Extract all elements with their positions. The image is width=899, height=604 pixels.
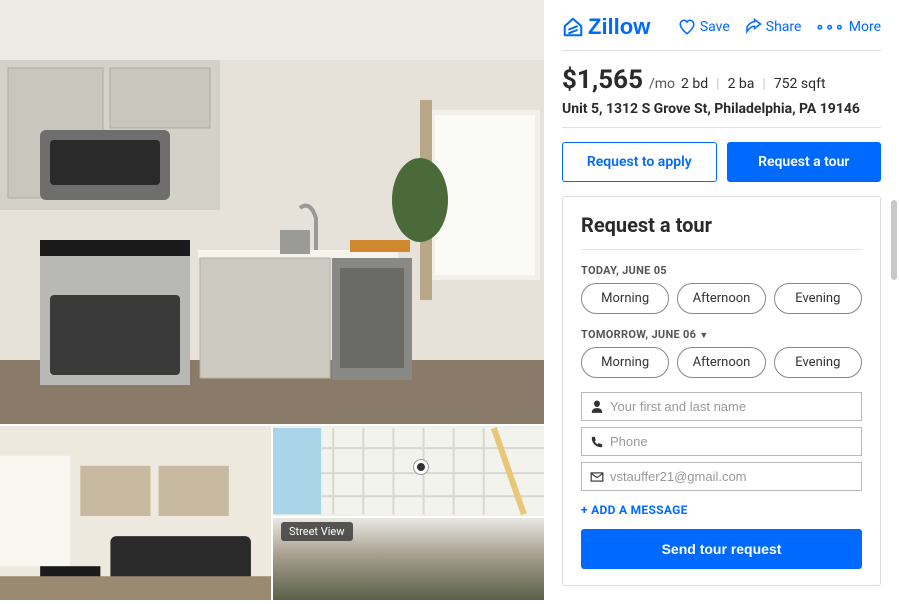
details-panel: Zillow Save Share ∘∘∘ More $1,565: [544, 0, 899, 600]
send-tour-request-button[interactable]: Send tour request: [581, 529, 862, 569]
name-input[interactable]: [610, 399, 853, 414]
photo-street-view[interactable]: Street View: [273, 518, 544, 600]
phone-field-wrap: [581, 427, 862, 456]
baths: 2 ba: [728, 76, 755, 92]
logo-text: Zillow: [588, 14, 650, 40]
listing-summary: $1,565 /mo 2 bd | 2 ba | 752 sqft Unit 5…: [562, 51, 881, 128]
scrollbar[interactable]: [891, 200, 897, 280]
slot-tomorrow-evening[interactable]: Evening: [774, 347, 862, 378]
share-button[interactable]: Share: [744, 18, 802, 36]
beds: 2 bd: [681, 76, 708, 92]
email-field-wrap: [581, 462, 862, 491]
add-message-link[interactable]: + ADD A MESSAGE: [581, 503, 862, 517]
slot-today-afternoon[interactable]: Afternoon: [677, 283, 765, 314]
phone-input[interactable]: [610, 434, 853, 449]
slot-today-morning[interactable]: Morning: [581, 283, 669, 314]
address: Unit 5, 1312 S Grove St, Philadelphia, P…: [562, 101, 881, 117]
chevron-down-icon: ▼: [699, 331, 708, 341]
name-field-wrap: [581, 392, 862, 421]
request-tour-button[interactable]: Request a tour: [727, 142, 882, 182]
heart-icon: [678, 18, 696, 36]
email-input[interactable]: [610, 469, 853, 484]
photo-map[interactable]: [273, 426, 544, 516]
more-button[interactable]: ∘∘∘ More: [815, 18, 881, 36]
share-icon: [744, 18, 762, 36]
slot-today-evening[interactable]: Evening: [774, 283, 862, 314]
price: $1,565: [562, 65, 643, 95]
slot-tomorrow-afternoon[interactable]: Afternoon: [677, 347, 765, 378]
sqft: 752 sqft: [774, 76, 826, 92]
header: Zillow Save Share ∘∘∘ More: [562, 14, 881, 51]
more-dots-icon: ∘∘∘: [815, 19, 844, 35]
zillow-logo-icon: [562, 16, 584, 38]
main-photo-kitchen[interactable]: [0, 0, 544, 424]
slot-tomorrow-morning[interactable]: Morning: [581, 347, 669, 378]
tour-title: Request a tour: [581, 213, 862, 250]
photo-living-room[interactable]: [0, 426, 271, 600]
request-tour-form: Request a tour TODAY, JUNE 05 Morning Af…: [562, 196, 881, 586]
request-apply-button[interactable]: Request to apply: [562, 142, 717, 182]
tomorrow-label[interactable]: TOMORROW, JUNE 06 ▼: [581, 328, 862, 341]
person-icon: [590, 400, 604, 414]
zillow-logo[interactable]: Zillow: [562, 14, 650, 40]
phone-icon: [590, 435, 604, 449]
photo-gallery: Street View: [0, 0, 544, 600]
price-suffix: /mo: [649, 76, 675, 92]
mail-icon: [590, 470, 604, 484]
street-view-label: Street View: [281, 522, 353, 541]
today-label: TODAY, JUNE 05: [581, 264, 862, 277]
save-button[interactable]: Save: [678, 18, 730, 36]
